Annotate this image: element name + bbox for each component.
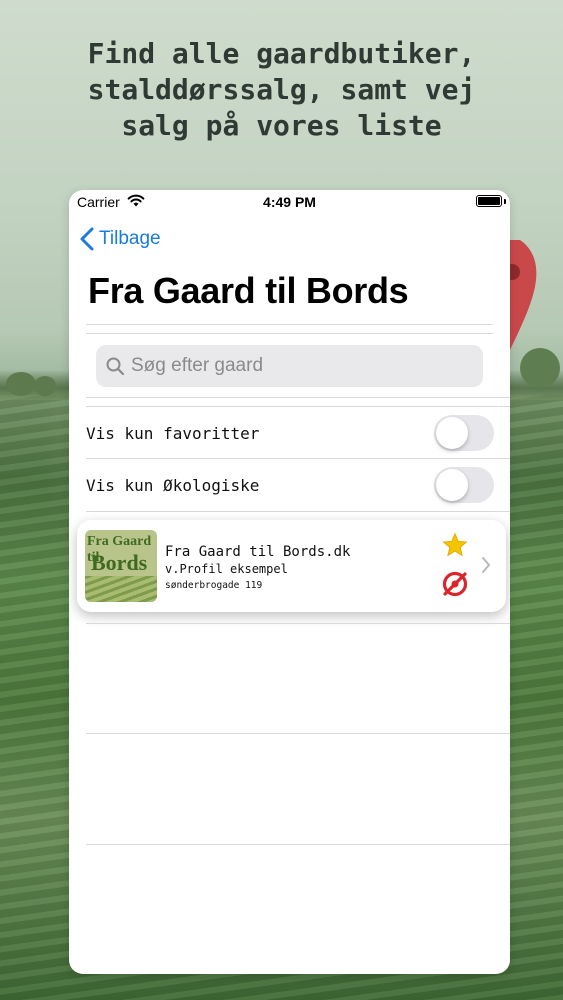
divider: [86, 623, 510, 624]
search-placeholder: Søg efter gaard: [131, 355, 264, 376]
background-tree: [520, 348, 560, 388]
battery-icon: [476, 195, 502, 207]
search-icon: [106, 357, 125, 376]
back-label: Tilbage: [99, 228, 161, 249]
clock: 4:49 PM: [263, 194, 316, 210]
promo-headline-line: Find alle gaardbutiker,: [87, 37, 476, 70]
search-field[interactable]: Søg efter gaard: [96, 345, 483, 387]
toggle-knob: [436, 417, 468, 449]
battery-tip: [504, 199, 506, 204]
filter-label: Vis kun favoritter: [86, 423, 260, 443]
back-chevron-icon: [80, 227, 94, 251]
background-tree: [6, 372, 36, 396]
divider: [86, 397, 510, 398]
divider: [86, 324, 493, 325]
organic-label-icon: [442, 571, 468, 597]
app-screen: Carrier 4:49 PM Tilbage Fra Gaard til Bo…: [69, 190, 510, 974]
farm-address: sønderbrogade 119: [165, 580, 263, 591]
farm-name: Fra Gaard til Bords.dk: [165, 544, 351, 560]
logo-text: Bords: [91, 550, 148, 575]
toggle-knob: [436, 469, 468, 501]
background-tree: [34, 376, 56, 396]
favorites-toggle[interactable]: [434, 415, 494, 451]
divider: [86, 844, 510, 845]
divider: [86, 333, 493, 334]
filter-label: Vis kun Økologiske: [86, 475, 260, 495]
chevron-right-icon: [482, 557, 490, 573]
farm-logo: Fra Gaard til Bords: [85, 530, 157, 602]
filter-row-favorites: Vis kun favoritter: [86, 407, 500, 459]
promo-headline-line: stalddørssalg, samt vej: [87, 73, 476, 106]
farm-list-item[interactable]: Fra Gaard til Bords Fra Gaard til Bords.…: [77, 520, 506, 612]
divider: [86, 733, 510, 734]
logo-fields: [85, 576, 157, 602]
page-title: Fra Gaard til Bords: [88, 270, 409, 311]
back-button[interactable]: Tilbage: [79, 226, 161, 252]
divider: [86, 511, 510, 512]
promo-headline: Find alle gaardbutiker, stalddørssalg, s…: [0, 36, 563, 144]
promo-headline-line: salg på vores liste: [121, 109, 442, 142]
organic-toggle[interactable]: [434, 467, 494, 503]
star-icon[interactable]: [442, 532, 468, 558]
status-bar: Carrier 4:49 PM: [69, 190, 510, 214]
filter-row-organic: Vis kun Økologiske: [86, 459, 500, 511]
farm-subtitle: v.Profil eksempel: [165, 562, 288, 576]
